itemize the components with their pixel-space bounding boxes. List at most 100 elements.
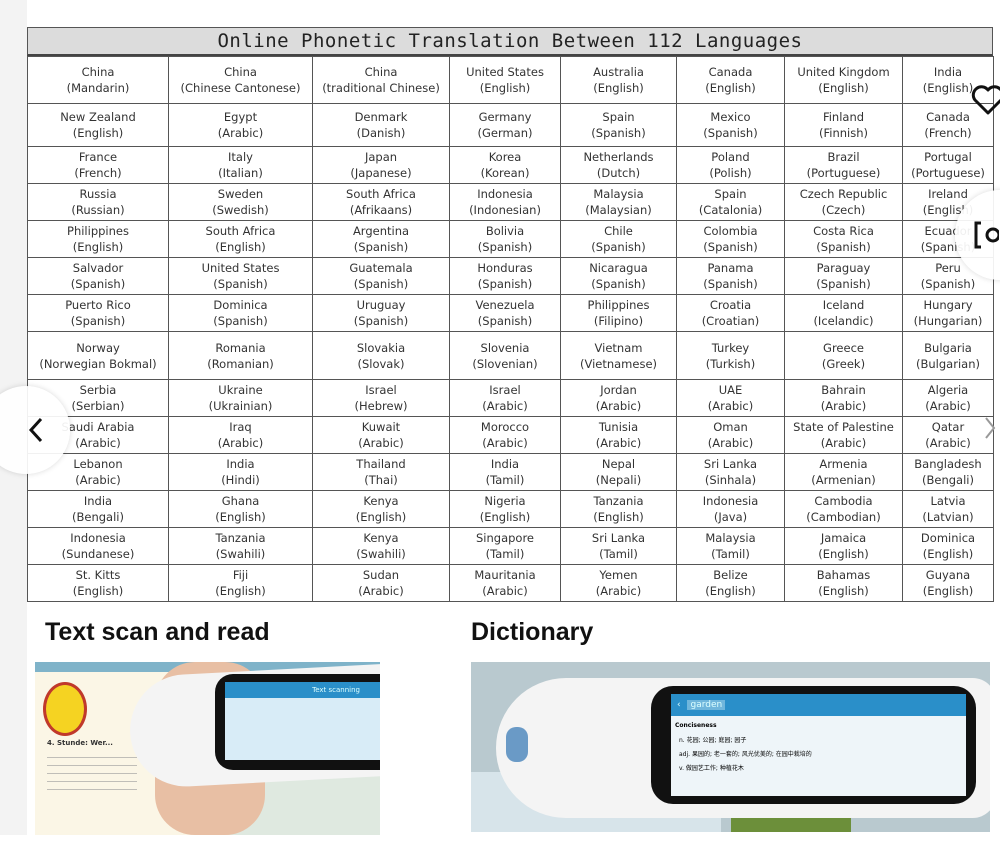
language-cell: Jamaica (English) xyxy=(784,527,903,565)
table-row: Saudi Arabia (Arabic) Iraq (Arabic) Kuwait (A… xyxy=(27,416,994,454)
country-name: State of Palestine xyxy=(793,420,894,434)
language-cell: Kuwait (Arabic) xyxy=(312,416,450,454)
country-name: Sweden xyxy=(217,187,264,201)
country-name: China xyxy=(224,65,257,79)
language-name: (Danish) xyxy=(356,126,406,140)
country-name: Thailand xyxy=(356,457,406,471)
country-name: Malaysia xyxy=(593,187,644,201)
language-name: (Spanish) xyxy=(816,277,871,291)
country-name: India xyxy=(490,457,520,471)
language-cell: China (Chinese Cantonese) xyxy=(168,56,313,104)
language-cell: Mexico (Spanish) xyxy=(676,103,785,147)
language-cell: Philippines (English) xyxy=(27,220,169,258)
country-name: Honduras xyxy=(477,261,533,275)
table-row: New Zealand (English) Egypt (Arabic) Denmark… xyxy=(27,103,994,147)
language-name: (Romanian) xyxy=(207,356,274,371)
country-name: Israel xyxy=(489,383,521,397)
language-name: (Spanish) xyxy=(213,314,268,328)
table-row: Philippines (English) South Africa (English… xyxy=(27,220,994,258)
country-name: Bolivia xyxy=(485,224,525,238)
language-grid: China (Mandarin) China (Chinese Cantonese) C… xyxy=(27,56,994,602)
country-name: Israel xyxy=(365,383,397,397)
language-name: (Arabic) xyxy=(707,436,754,450)
language-cell: UAE (Arabic) xyxy=(676,379,785,417)
language-name: (Arabic) xyxy=(482,584,528,598)
country-name: Hungary xyxy=(923,298,973,312)
language-cell: Iceland (Icelandic) xyxy=(784,294,903,332)
section-title-dictionary: Dictionary xyxy=(471,618,594,646)
language-name: (English) xyxy=(72,584,124,598)
language-cell: Armenia (Armenian) xyxy=(784,453,903,491)
country-name: Germany xyxy=(478,110,532,124)
language-name: (Tamil) xyxy=(599,547,638,561)
language-name: (Swahili) xyxy=(215,547,266,561)
language-cell: Bahrain (Arabic) xyxy=(784,379,903,417)
country-name: Sudan xyxy=(362,568,400,582)
language-name: (Spanish) xyxy=(70,314,126,328)
language-name: (Mandarin) xyxy=(66,81,130,95)
language-name: (Arabic) xyxy=(358,436,404,450)
country-name: Portugal xyxy=(924,150,972,164)
favorite-button[interactable] xyxy=(968,80,1000,120)
country-name: Brazil xyxy=(827,150,860,164)
language-name: (Spanish) xyxy=(353,240,409,254)
language-name: (Czech) xyxy=(821,203,866,217)
country-name: Philippines xyxy=(67,224,129,238)
language-name: (Turkish) xyxy=(705,356,756,371)
language-name: (Nepali) xyxy=(595,473,642,487)
language-name: (Arabic) xyxy=(482,399,528,413)
language-cell: Sudan (Arabic) xyxy=(312,564,450,602)
country-name: Jordan xyxy=(600,383,637,397)
language-name: (Tamil) xyxy=(485,473,525,487)
table-row: France (French) Italy (Italian) Japan (Japane… xyxy=(27,146,994,184)
country-name: Singapore xyxy=(475,531,535,545)
country-name: India xyxy=(83,494,113,508)
language-name: (Bengali) xyxy=(922,473,974,487)
country-name: Bahamas xyxy=(816,568,871,582)
language-name: (Dutch) xyxy=(596,166,641,180)
language-name: (Spanish) xyxy=(920,277,976,291)
scanner-tip xyxy=(506,727,528,762)
language-name: (Finnish) xyxy=(819,126,868,140)
language-cell: Canada (English) xyxy=(676,56,785,104)
language-name: (Arabic) xyxy=(925,436,971,450)
language-cell: Fiji (English) xyxy=(168,564,313,602)
language-cell: Singapore (Tamil) xyxy=(449,527,561,565)
language-cell: Bolivia (Spanish) xyxy=(449,220,561,258)
country-name: Indonesia xyxy=(477,187,533,201)
country-name: Chile xyxy=(604,224,633,238)
language-name: (Spanish) xyxy=(703,277,758,291)
country-name: Paraguay xyxy=(816,261,871,275)
language-cell: South Africa (English) xyxy=(168,220,313,258)
search-word: garden xyxy=(687,700,726,710)
language-cell: St. Kitts (English) xyxy=(27,564,169,602)
language-cell: Thailand (Thai) xyxy=(312,453,450,491)
language-name: (Swahili) xyxy=(356,547,406,561)
language-cell: Chile (Spanish) xyxy=(560,220,677,258)
language-cell: Greece (Greek) xyxy=(784,331,903,380)
language-cell: India (Bengali) xyxy=(27,490,169,528)
language-name: (Spanish) xyxy=(477,240,533,254)
language-cell: Spain (Spanish) xyxy=(560,103,677,147)
language-cell: Sri Lanka (Sinhala) xyxy=(676,453,785,491)
language-name: (Arabic) xyxy=(595,436,642,450)
language-name: (Hindi) xyxy=(221,473,260,487)
language-name: (Spanish) xyxy=(353,277,409,291)
country-name: Tanzania xyxy=(593,494,644,508)
language-cell: Guatemala (Spanish) xyxy=(312,257,450,295)
country-name: Fiji xyxy=(232,568,249,582)
language-cell: Egypt (Arabic) xyxy=(168,103,313,147)
language-cell: Tanzania (English) xyxy=(560,490,677,528)
language-cell: Russia (Russian) xyxy=(27,183,169,221)
language-name: (Slovak) xyxy=(357,356,405,371)
back-icon[interactable]: ‹ xyxy=(677,700,681,710)
language-name: (Japanese) xyxy=(350,166,412,180)
next-image-button[interactable] xyxy=(982,414,1000,446)
country-name: Indonesia xyxy=(702,494,759,508)
language-name: (Bulgarian) xyxy=(916,356,980,371)
language-name: (Malaysian) xyxy=(585,203,652,217)
dictionary-search-bar[interactable]: ‹ garden xyxy=(671,694,966,716)
language-name: (English) xyxy=(72,126,124,140)
country-name: Spain xyxy=(714,187,747,201)
language-cell: Turkey (Turkish) xyxy=(676,331,785,380)
